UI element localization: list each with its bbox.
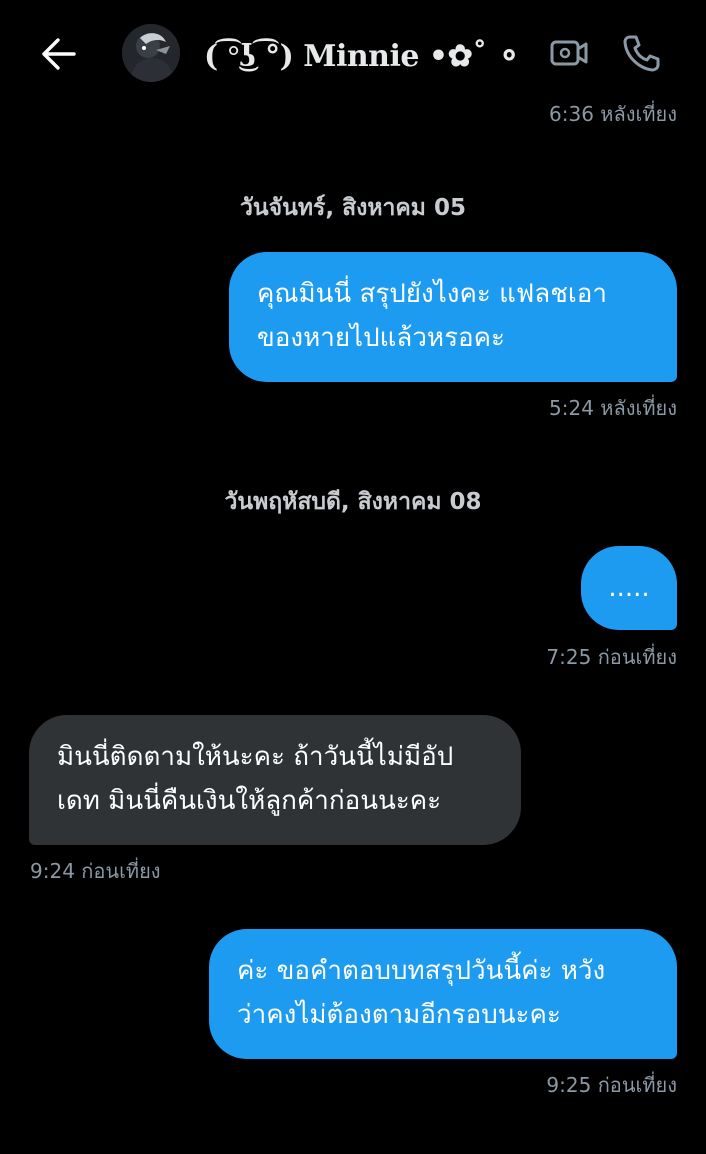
avatar[interactable] bbox=[122, 24, 180, 82]
message-timestamp: 6:36 หลังเที่ยง bbox=[549, 102, 677, 126]
message-bubble-outgoing[interactable]: ..... bbox=[581, 546, 677, 630]
message-timestamp: 9:25 ก่อนเที่ยง bbox=[546, 1073, 677, 1097]
message-timestamp: 7:25 ก่อนเที่ยง bbox=[546, 645, 677, 669]
date-separator: วันพฤหัสบดี, สิงหาคม 08 bbox=[224, 489, 482, 515]
message-bubble-outgoing[interactable]: ค่ะ ขอคำตอบบทสรุปวันนี้ค่ะ หวัง ว่าคงไม่… bbox=[209, 929, 677, 1059]
phone-call-icon[interactable] bbox=[620, 32, 662, 74]
message-timestamp: 5:24 หลังเที่ยง bbox=[549, 396, 677, 420]
message-bubble-outgoing[interactable]: คุณมินนี่ สรุปยังไงคะ แฟลชเอา ของหายไปแล… bbox=[229, 252, 677, 382]
date-separator: วันจันทร์, สิงหาคม 05 bbox=[239, 195, 466, 221]
message-bubble-incoming[interactable]: มินนี่ติดตามให้นะคะ ถ้าวันนี้ไม่มีอัป เด… bbox=[29, 715, 521, 845]
message-timestamp: 9:24 ก่อนเที่ยง bbox=[30, 859, 161, 883]
contact-name[interactable]: ( ͡°͜ʖ ͡°) Minnie •✿˚ ⚬ ∂ ... bbox=[204, 36, 526, 78]
back-arrow-icon[interactable] bbox=[38, 36, 78, 72]
video-call-icon[interactable] bbox=[548, 34, 590, 72]
chat-header: ( ͡°͜ʖ ͡°) Minnie •✿˚ ⚬ ∂ ... bbox=[0, 0, 706, 104]
